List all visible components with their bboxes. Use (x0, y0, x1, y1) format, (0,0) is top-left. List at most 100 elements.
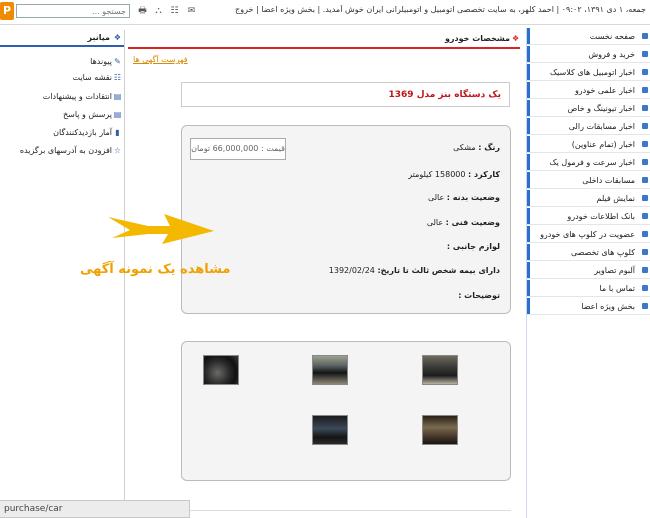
menu-item-bar (527, 190, 530, 206)
menu-item-bar (527, 136, 530, 152)
menu-item-label: بخش ویژه اعضا (581, 302, 635, 311)
bullet-icon (642, 195, 648, 201)
section-header: مشخصات خودرو (444, 34, 510, 43)
sidebar-item-favorites[interactable]: افزودن به آدرسهای برگزیده (2, 146, 112, 155)
field-label: کارکرد : (468, 170, 500, 179)
site-logo[interactable]: P (0, 2, 14, 20)
sitemap-icon[interactable]: ☷ (169, 6, 180, 16)
tree-icon[interactable]: ⛬ (153, 6, 164, 16)
car-photo-rear[interactable] (422, 355, 458, 385)
menu-item-rally-news[interactable]: اخبار مسابقات رالی (527, 118, 650, 135)
menu-item-car-database[interactable]: بانک اطلاعات خودرو (527, 208, 650, 225)
field-label: وضعیت بدنه : (446, 193, 500, 202)
menu-item-label: آلبوم تصاویر (594, 266, 635, 275)
menu-item-members-area[interactable]: بخش ویژه اعضا (527, 298, 650, 315)
bullet-icon (642, 177, 648, 183)
field-value: مشکی (453, 143, 479, 152)
menu-item-tuning-news[interactable]: اخبار تیونینگ و خاص (527, 100, 650, 117)
sitemap-icon: ☷ (113, 73, 122, 82)
field-color: رنگ : مشکی (453, 143, 500, 152)
field-label: لوازم جانبی : (446, 242, 500, 251)
menu-item-bar (527, 244, 530, 260)
menu-item-bar (527, 226, 530, 242)
bullet-icon (642, 123, 648, 129)
star-icon: ☆ (113, 146, 122, 155)
bottom-divider (181, 510, 511, 511)
field-insurance: دارای بیمه شخص ثالث تا تاریخ: 1392/02/24 (329, 266, 500, 275)
menu-item-classic-news[interactable]: اخبار اتومبیل های کلاسیک (527, 64, 650, 81)
field-tech-condition: وضعیت فنی : عالی (427, 218, 500, 227)
menu-item-buy-sell[interactable]: خرید و فروش (527, 46, 650, 63)
sidebar-item-label: افزودن به آدرسهای برگزیده (19, 146, 112, 155)
menu-item-club-membership[interactable]: عضویت در کلوپ های خودرو (527, 226, 650, 243)
bullet-icon (642, 141, 648, 147)
price-badge: قیمت : 66,000,000 تومان (190, 138, 286, 160)
sidebar-item-sitemap[interactable]: نقشه سایت (2, 73, 112, 82)
bullet-icon (642, 231, 648, 237)
menu-item-science-news[interactable]: اخبار علمی خودرو (527, 82, 650, 99)
sidebar-item-label: پیوندها (90, 57, 112, 66)
menu-item-all-news[interactable]: اخبار (تمام عناوین) (527, 136, 650, 153)
menu-item-label: عضویت در کلوپ های خودرو (540, 230, 635, 239)
menu-item-contact[interactable]: تماس با ما (527, 280, 650, 297)
field-description: توضیحات : (458, 291, 500, 300)
pen-icon: ✎ (114, 57, 121, 66)
sidebar-item-label: انتقادات و پیشنهادات (42, 92, 112, 101)
car-photo-interior[interactable] (312, 415, 348, 445)
menu-item-bar (527, 46, 530, 62)
search-input[interactable] (16, 4, 130, 18)
sidebar-item-stats[interactable]: آمار بازدیدکنندگان (2, 128, 112, 137)
menu-item-f1-news[interactable]: اخبار سرعت و فرمول یک (527, 154, 650, 171)
menu-item-bar (527, 64, 530, 80)
shortcut-icon: ❖ (113, 33, 121, 42)
bullet-icon (642, 267, 648, 273)
sidebar-item-label: پرسش و پاسخ (62, 110, 112, 119)
menu-item-special-clubs[interactable]: کلوپ های تخصصی (527, 244, 650, 261)
top-bar: P 🖶 ⛬ ☷ ✉ جمعه، ۱ دی ۱۳۹۱، ۰۹:۰۲ | احمد … (0, 0, 650, 25)
bullet-icon (642, 159, 648, 165)
bullet-icon (642, 105, 648, 111)
menu-item-label: اخبار سرعت و فرمول یک (549, 158, 635, 167)
menu-item-label: اخبار تیونینگ و خاص (567, 104, 635, 113)
bullet-icon (642, 33, 648, 39)
menu-item-label: اخبار مسابقات رالی (568, 122, 635, 131)
menu-item-bar (527, 208, 530, 224)
menu-item-bar (527, 100, 530, 116)
mail-icon[interactable]: ✉ (186, 6, 197, 16)
car-photo-front[interactable] (312, 355, 348, 385)
sidebar-item-faq[interactable]: پرسش و پاسخ (2, 110, 112, 119)
bullet-icon (642, 51, 648, 57)
bullet-icon (642, 249, 648, 255)
welcome-text: جمعه، ۱ دی ۱۳۹۱، ۰۹:۰۲ | احمد کلهر، به س… (235, 5, 646, 14)
photo-gallery (181, 341, 511, 481)
sidebar-header: میانبر (87, 33, 110, 42)
menu-item-label: مسابقات داخلی (582, 176, 635, 185)
menu-item-bar (527, 82, 530, 98)
print-icon[interactable]: 🖶 (137, 6, 148, 16)
car-photo-seats[interactable] (422, 415, 458, 445)
sidebar-item-links[interactable]: پیوندها (2, 57, 112, 66)
menu-item-label: بانک اطلاعات خودرو (567, 212, 635, 221)
sidebar-item-feedback[interactable]: انتقادات و پیشنهادات (2, 92, 112, 101)
document-icon: ▤ (113, 92, 122, 101)
ad-list-link[interactable]: فهرست آگهی ها (133, 55, 188, 64)
menu-item-label: اخبار علمی خودرو (574, 86, 635, 95)
ad-details-box: قیمت : 66,000,000 تومان رنگ : مشکی کارکر… (181, 125, 511, 314)
car-photo-dashboard[interactable] (203, 355, 239, 385)
menu-item-bar (527, 262, 530, 278)
annotation-arrow-icon (108, 214, 214, 244)
menu-item-label: تماس با ما (599, 284, 635, 293)
menu-item-label: نمایش فیلم (596, 194, 635, 203)
sidebar-divider (0, 45, 124, 47)
field-value: عالی (427, 193, 447, 202)
menu-item-domestic-races[interactable]: مسابقات داخلی (527, 172, 650, 189)
bullet-icon (642, 303, 648, 309)
menu-item-videos[interactable]: نمایش فیلم (527, 190, 650, 207)
menu-item-photo-album[interactable]: آلبوم تصاویر (527, 262, 650, 279)
field-label: توضیحات : (458, 291, 500, 300)
right-menu: صفحه نخست خرید و فروش اخبار اتومبیل های … (526, 28, 650, 518)
bullet-icon (642, 285, 648, 291)
menu-item-home[interactable]: صفحه نخست (527, 28, 650, 45)
sidebar-item-label: نقشه سایت (72, 73, 112, 82)
field-value: عالی (426, 218, 446, 227)
